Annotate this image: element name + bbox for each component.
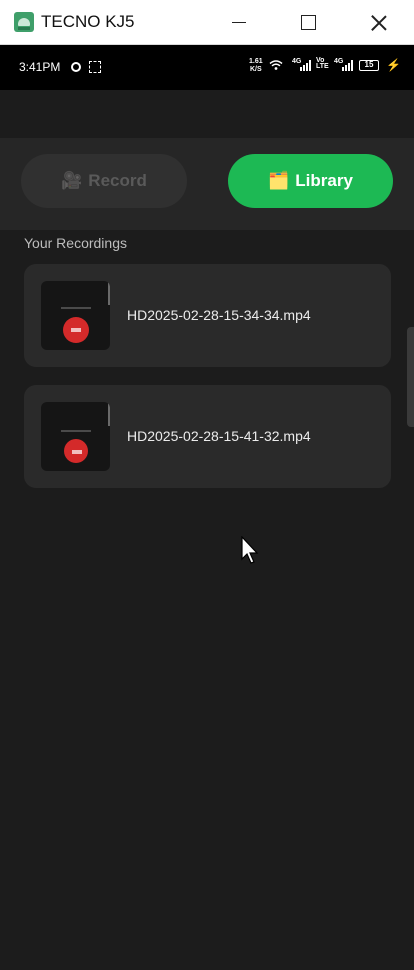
android-app-icon <box>14 12 34 32</box>
close-button[interactable] <box>356 0 402 45</box>
phone-status-bar: 3:41PM 1.61 K/S 4G Vo LTE 4G 15 ⚡ <box>0 45 414 90</box>
video-thumbnail <box>41 402 110 471</box>
network-speed-value: 1.61 <box>249 58 263 65</box>
signal-bars-icon <box>300 60 311 71</box>
video-camera-icon: 🎥 <box>61 171 83 190</box>
status-time: 3:41PM <box>19 60 61 74</box>
signal-bars-icon-2 <box>342 60 353 71</box>
network-speed: 1.61 K/S <box>249 58 263 74</box>
app-header-spacer <box>0 90 414 138</box>
wifi-icon <box>269 60 283 70</box>
record-button-preview-icon <box>64 439 88 463</box>
folder-icon: 🗂️ <box>268 171 290 190</box>
window-title: TECNO KJ5 <box>41 12 135 31</box>
record-button-preview-icon <box>63 317 89 343</box>
recording-filename: HD2025-02-28-15-41-32.mp4 <box>127 428 311 444</box>
close-icon <box>371 15 387 31</box>
network-speed-unit: K/S <box>249 66 262 73</box>
recording-item[interactable]: HD2025-02-28-15-41-32.mp4 <box>24 385 391 488</box>
battery-icon: 15 <box>359 60 379 71</box>
tab-record-label: Record <box>88 171 147 190</box>
gear-icon <box>71 62 81 72</box>
recording-item[interactable]: HD2025-02-28-15-34-34.mp4 <box>24 264 391 367</box>
recording-filename: HD2025-02-28-15-34-34.mp4 <box>127 307 311 323</box>
scrollbar[interactable] <box>407 327 414 427</box>
maximize-button[interactable] <box>285 0 331 45</box>
video-thumbnail <box>41 281 110 350</box>
minimize-button[interactable] <box>216 0 262 45</box>
screenshot-icon <box>89 61 101 73</box>
tab-library[interactable]: 🗂️ Library <box>228 154 393 208</box>
mouse-cursor-icon <box>241 536 259 564</box>
tab-record[interactable]: 🎥 Record <box>21 154 187 208</box>
window-titlebar: TECNO KJ5 <box>0 0 414 45</box>
minimize-icon <box>232 22 246 23</box>
charging-icon: ⚡ <box>386 58 401 72</box>
volte-label: Vo LTE <box>316 57 329 70</box>
tab-bar: 🎥 Record 🗂️ Library <box>0 138 414 230</box>
section-title: Your Recordings <box>24 235 127 251</box>
maximize-icon <box>300 15 316 30</box>
tab-library-label: Library <box>295 171 353 190</box>
